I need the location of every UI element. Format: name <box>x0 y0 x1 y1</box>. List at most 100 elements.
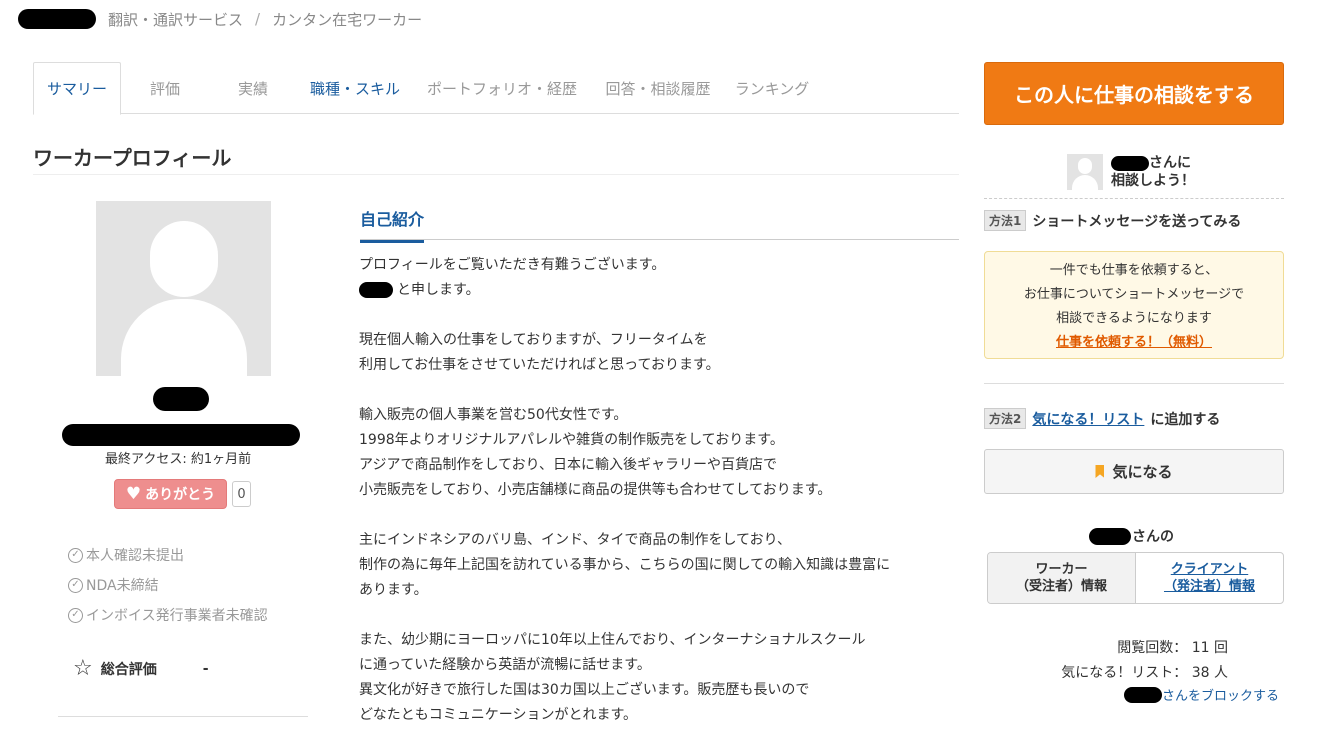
profile-stats: 閲覧回数： 11 回 気になる！リスト： 38 人 <box>1040 636 1228 686</box>
redacted-username <box>153 387 209 411</box>
intro-divider <box>360 239 959 240</box>
notice-line: お仕事についてショートメッセージで <box>1023 287 1245 302</box>
request-job-link[interactable]: 仕事を依頼する！（無料） <box>985 331 1283 355</box>
intro-line: また、幼少期にヨーロッパに10年以上住んでおり、インターナショナルスクール <box>359 632 866 648</box>
intro-line: と申します。 <box>359 278 959 303</box>
breadcrumb-item-worker: カンタン在宅ワーカー <box>272 10 423 29</box>
status-nda: ✓ NDA未締結 <box>68 570 268 600</box>
intro-line: 輸入販売の個人事業を営む50代女性です。 <box>359 407 628 423</box>
title-divider <box>33 174 959 175</box>
notice-line: 一件でも仕事を依頼すると、 <box>1049 263 1219 278</box>
intro-blank <box>359 603 959 628</box>
intro-line: に通っていた経験から英語が流暢に話せます。 <box>359 657 651 673</box>
intro-heading: 自己紹介 <box>360 206 425 243</box>
consult-line-1: さんに <box>1149 155 1191 171</box>
tab-answers[interactable]: 回答・相談履歴 <box>591 62 725 114</box>
profile-tabs: サマリー 評価 実績 職種・スキル ポートフォリオ・経歴 回答・相談履歴 ランキ… <box>33 62 959 115</box>
favorite-button[interactable]: 気になる <box>984 449 1284 494</box>
method-2-tag: 方法2 <box>984 408 1027 429</box>
left-divider <box>58 716 308 717</box>
heart-icon: ♥ <box>125 484 142 504</box>
block-user-link[interactable]: さんをブロックする <box>1124 685 1279 704</box>
tab-skills[interactable]: 職種・スキル <box>297 62 413 114</box>
check-circle-icon: ✓ <box>68 607 83 623</box>
user-info-heading-text: さんの <box>1132 529 1174 545</box>
info-tabs: ワーカー （受注者）情報 クライアント （発注者）情報 <box>987 552 1284 604</box>
method-2-text: に追加する <box>1150 411 1221 428</box>
intro-line: プロフィールをご覧いただき有難うございます。 <box>359 257 666 273</box>
intro-line: 制作の為に毎年上記国を訪れている事から、こちらの国に関しての輸入知識は豊富に <box>359 557 891 573</box>
breadcrumb-item-translation[interactable]: 翻訳・通訳サービス <box>108 9 243 30</box>
thanks-label: ありがとう <box>145 487 216 503</box>
star-icon: ☆ <box>73 656 93 681</box>
status-label: NDA未締結 <box>86 578 159 594</box>
last-access: 最終アクセス: 約1ヶ月前 <box>105 452 252 467</box>
avatar-head-shape <box>150 221 218 297</box>
redacted-username <box>1111 155 1149 171</box>
status-invoice: ✓ インボイス発行事業者未確認 <box>68 600 268 630</box>
redacted-username <box>1124 686 1162 703</box>
mini-avatar <box>1067 154 1103 190</box>
redacted-site-logo <box>18 9 96 29</box>
consult-prompt: さんに 相談しよう！ <box>1067 154 1195 190</box>
tab-worker-line-2: （受注者）情報 <box>1015 579 1107 594</box>
method-2: 方法2 気になる！リスト に追加する <box>984 408 1220 429</box>
check-circle-icon: ✓ <box>68 577 83 593</box>
right-divider <box>984 383 1284 384</box>
consult-text: さんに 相談しよう！ <box>1111 154 1195 190</box>
redacted-name <box>359 282 393 298</box>
favorites-list-link[interactable]: 気になる！リスト <box>1032 409 1144 429</box>
favorite-label: 気になる <box>1112 463 1173 481</box>
avatar-body-shape <box>121 299 247 376</box>
check-circle-icon: ✓ <box>68 547 83 563</box>
verification-status-list: ✓ 本人確認未提出 ✓ NDA未締結 ✓ インボイス発行事業者未確認 <box>68 540 268 630</box>
intro-blank <box>359 503 959 528</box>
redacted-display-name <box>62 424 300 446</box>
tab-summary[interactable]: サマリー <box>33 62 121 115</box>
consult-job-button[interactable]: この人に仕事の相談をする <box>984 62 1284 125</box>
overall-rating: ☆ 総合評価 - <box>73 656 209 681</box>
method-1: 方法1 ショートメッセージを送ってみる <box>984 210 1241 231</box>
intro-line: 主にインドネシアのバリ島、インド、タイで商品の制作をしており、 <box>359 532 792 548</box>
intro-line: アジアで商品制作をしており、日本に輸入後ギャラリーや百貨店で <box>359 457 778 473</box>
user-info-heading: さんの <box>1089 526 1174 546</box>
avatar <box>96 201 271 376</box>
status-identity: ✓ 本人確認未提出 <box>68 540 268 570</box>
notice-line: 相談できるようになります <box>1056 311 1212 326</box>
intro-text: プロフィールをご覧いただき有難うございます。 と申します。 現在個人輸入の仕事を… <box>359 253 959 728</box>
page-title: ワーカープロフィール <box>33 146 232 170</box>
view-count: 閲覧回数： 11 回 <box>1117 640 1228 656</box>
intro-blank <box>359 378 959 403</box>
dotted-divider <box>984 198 1284 199</box>
consult-line-2: 相談しよう！ <box>1111 173 1195 189</box>
tab-ranking[interactable]: ランキング <box>725 62 819 114</box>
rating-value: - <box>202 660 209 677</box>
tab-client-line-1: クライアント <box>1170 562 1249 577</box>
tab-client-info[interactable]: クライアント （発注者）情報 <box>1136 553 1283 603</box>
intro-line: 現在個人輸入の仕事をしておりますが、フリータイムを <box>359 332 708 348</box>
block-user-label: さんをブロックする <box>1162 689 1280 704</box>
intro-line: 利用してお仕事をさせていただければと思っております。 <box>359 357 720 373</box>
status-label: 本人確認未提出 <box>86 548 184 564</box>
notice-box: 一件でも仕事を依頼すると、 お仕事についてショートメッセージで 相談できるように… <box>984 251 1284 359</box>
tab-client-line-2: （発注者）情報 <box>1163 579 1255 594</box>
tab-worker-line-1: ワーカー <box>1035 562 1088 577</box>
tab-reviews[interactable]: 評価 <box>121 62 209 114</box>
tab-achievements[interactable]: 実績 <box>209 62 297 114</box>
status-label: インボイス発行事業者未確認 <box>86 608 268 624</box>
breadcrumb: 翻訳・通訳サービス / カンタン在宅ワーカー <box>18 8 422 30</box>
intro-line: 異文化が好きで旅行した国は30カ国以上ございます。販売歴も長いので <box>359 682 810 698</box>
method-1-text: ショートメッセージを送ってみる <box>1032 213 1242 230</box>
tab-portfolio[interactable]: ポートフォリオ・経歴 <box>413 62 591 114</box>
intro-line: 1998年よりオリジナルアパレルや雑貨の制作販売をしております。 <box>359 432 784 448</box>
intro-line: 小売販売をしており、小売店舗様に商品の提供等も合わせてしております。 <box>359 482 832 498</box>
breadcrumb-separator: / <box>255 10 261 28</box>
intro-line: あります。 <box>359 582 428 598</box>
thanks-button[interactable]: ♥ ありがとう <box>114 479 227 509</box>
rating-label: 総合評価 <box>100 661 157 678</box>
intro-blank <box>359 303 959 328</box>
tab-worker-info[interactable]: ワーカー （受注者）情報 <box>988 553 1136 603</box>
bookmark-icon <box>1095 465 1105 478</box>
thanks-count: 0 <box>232 481 251 507</box>
intro-line: どなたともコミュニケーションがとれます。 <box>359 707 638 723</box>
